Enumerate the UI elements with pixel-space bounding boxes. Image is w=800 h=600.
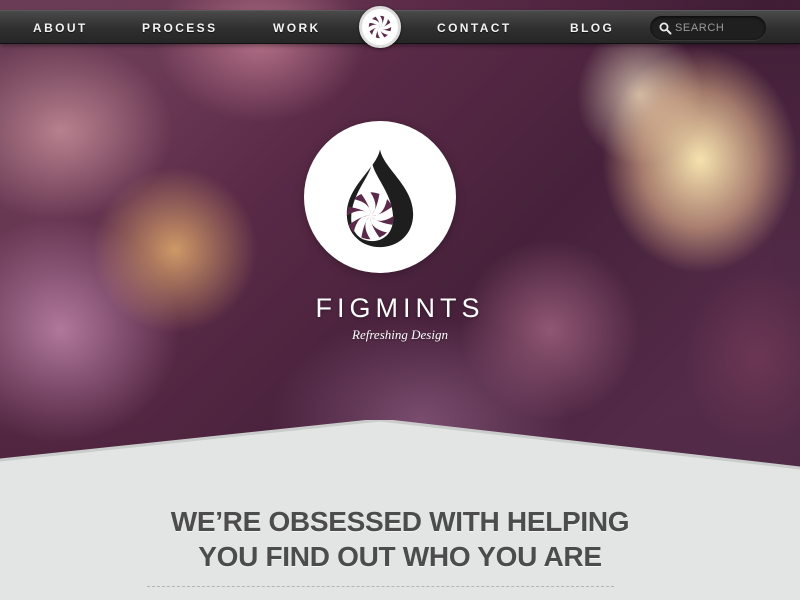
brand-tagline: Refreshing Design — [352, 327, 448, 342]
divider — [147, 586, 614, 587]
search-box[interactable] — [650, 16, 766, 40]
search-input[interactable] — [675, 22, 761, 34]
nav-item-contact[interactable]: CONTACT — [437, 11, 512, 45]
nav-item-blog[interactable]: BLOG — [570, 11, 614, 45]
nav-item-work[interactable]: WORK — [273, 11, 321, 45]
hero-headline: WE’RE OBSESSED WITH HELPING YOU FIND OUT… — [20, 504, 780, 574]
headline-line-1: WE’RE OBSESSED WITH HELPING — [170, 506, 630, 537]
brand-name: FIGMINTS — [315, 293, 485, 323]
headline-line-2: YOU FIND OUT WHO YOU ARE — [198, 541, 602, 572]
brand-logo — [304, 121, 456, 273]
figmints-logo-icon — [368, 15, 392, 39]
figmints-logo-icon — [346, 149, 414, 248]
nav-item-about[interactable]: ABOUT — [33, 11, 88, 45]
nav-item-process[interactable]: PROCESS — [142, 11, 217, 45]
home-logo-link[interactable] — [359, 6, 401, 48]
search-icon — [659, 22, 672, 34]
